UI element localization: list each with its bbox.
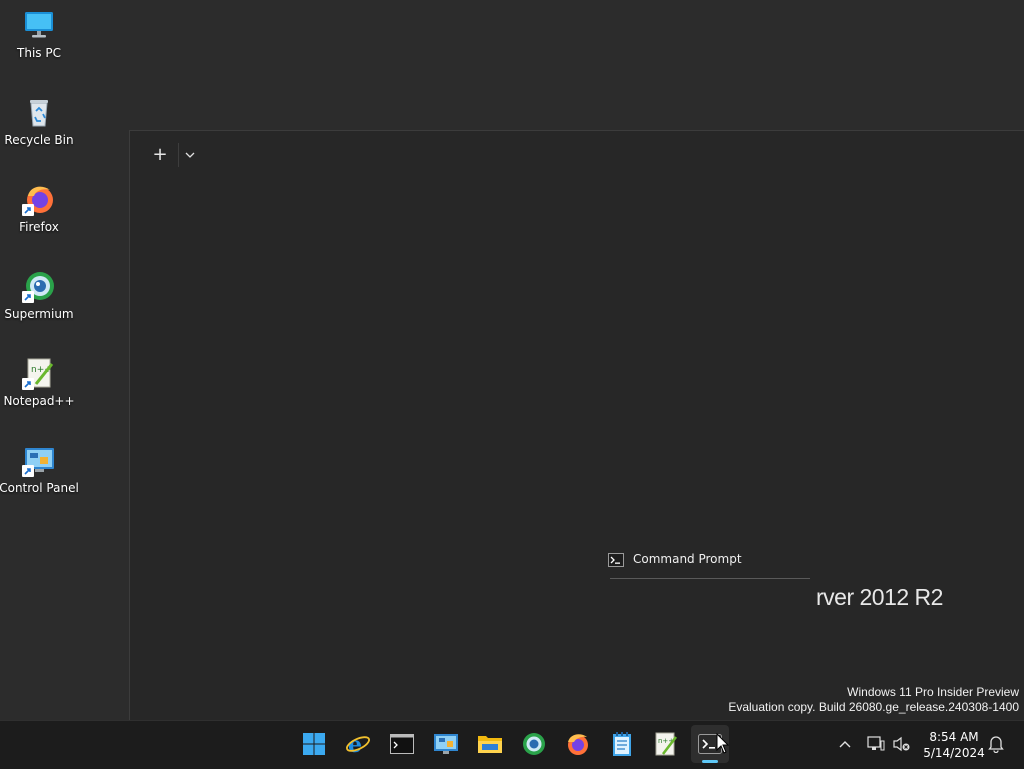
network-tray-button[interactable]	[865, 733, 887, 755]
taskbar-file-explorer[interactable]	[471, 725, 509, 763]
folder-icon	[478, 736, 502, 753]
windows-logo-icon	[303, 733, 325, 755]
desktop-icon-label: Firefox	[19, 220, 59, 234]
watermark-line-1: Windows 11 Pro Insider Preview	[847, 685, 1019, 699]
taskbar-notepad-plus-plus[interactable]: n++	[647, 725, 685, 763]
server-version-text: rver 2012 R2	[816, 584, 943, 610]
internet-explorer-icon: e	[346, 732, 370, 757]
volume-tray-button[interactable]	[891, 733, 913, 755]
desktop-icon-label: Supermium	[4, 307, 74, 321]
this-pc-icon	[22, 8, 56, 42]
notepad-plus-plus-icon: n++	[655, 732, 678, 756]
terminal-tab-bar: +	[130, 131, 1024, 179]
taskbar-control-panel[interactable]	[427, 725, 465, 763]
taskbar-notepad[interactable]	[603, 725, 641, 763]
cmd-icon	[390, 734, 414, 754]
desktop-icon-notepad-plus-plus[interactable]: n++ Notepad++	[0, 352, 78, 432]
tab-dropdown-button[interactable]	[178, 143, 201, 167]
taskbar-clock[interactable]: 8:54 AM 5/14/2024	[918, 729, 990, 761]
windows-watermark: Windows 11 Pro Insider Preview Evaluatio…	[728, 685, 1019, 715]
control-panel-icon	[22, 443, 56, 477]
desktop-icon-label: This PC	[17, 46, 61, 60]
desktop-icon-recycle-bin[interactable]: Recycle Bin	[0, 91, 78, 171]
clock-time: 8:54 AM	[929, 730, 979, 744]
terminal-window[interactable]: +	[129, 130, 1024, 721]
firefox-icon	[568, 734, 588, 755]
start-button[interactable]	[295, 725, 333, 763]
command-prompt-preview[interactable]: Command Prompt	[608, 549, 742, 569]
bell-icon	[988, 736, 1004, 753]
preview-title: Command Prompt	[633, 552, 742, 566]
watermark-line-2: Evaluation copy. Build 26080.ge_release.…	[728, 700, 1019, 714]
active-app-indicator	[702, 760, 718, 763]
clock-date: 5/14/2024	[923, 746, 985, 760]
taskbar-supermium[interactable]	[515, 725, 553, 763]
notifications-button[interactable]	[985, 733, 1007, 755]
notepad-icon	[613, 732, 631, 756]
show-hidden-icons-button[interactable]	[834, 733, 856, 755]
cmd-icon	[608, 552, 624, 567]
chevron-up-icon	[839, 741, 851, 748]
firefox-icon	[22, 182, 56, 216]
desktop-icon-this-pc[interactable]: This PC	[0, 4, 78, 84]
supermium-icon	[22, 269, 56, 303]
taskbar: e n++ 8:54 AM 5/14/2024	[0, 720, 1024, 769]
desktop-icon-firefox[interactable]: Firefox	[0, 178, 78, 258]
desktop-icon-control-panel[interactable]: Control Panel	[0, 439, 79, 519]
notepad-plus-plus-icon: n++	[22, 356, 56, 390]
desktop-icon-supermium[interactable]: Supermium	[0, 265, 78, 345]
mouse-cursor-icon	[716, 733, 730, 754]
preview-thumbnail	[610, 578, 810, 582]
taskbar-internet-explorer[interactable]: e	[339, 725, 377, 763]
control-panel-icon	[434, 734, 458, 754]
desktop-icon-label: Control Panel	[0, 481, 79, 495]
recycle-bin-icon	[22, 95, 56, 129]
desktop-icon-label: Recycle Bin	[4, 133, 74, 147]
taskbar-command-prompt[interactable]	[383, 725, 421, 763]
svg-text:e: e	[348, 732, 362, 757]
chevron-down-icon	[185, 152, 195, 158]
volume-muted-icon	[893, 736, 910, 752]
supermium-icon	[523, 733, 545, 755]
network-icon	[867, 736, 885, 751]
desktop: This PC Recycle Bin Firefox Supermium n+…	[0, 0, 1024, 721]
new-tab-button[interactable]: +	[148, 143, 172, 167]
desktop-icon-label: Notepad++	[3, 394, 75, 408]
taskbar-firefox[interactable]	[559, 725, 597, 763]
